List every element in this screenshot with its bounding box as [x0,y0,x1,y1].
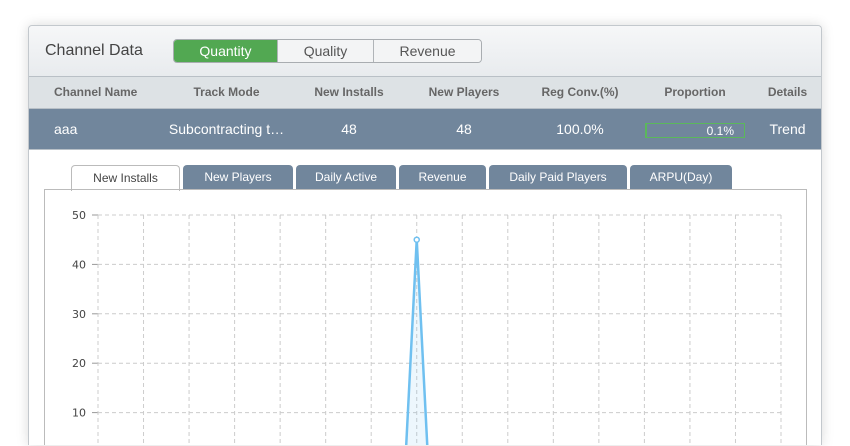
line-chart: 50 40 30 20 10 [72,209,782,445]
y-tick-label: 20 [72,357,86,370]
channel-data-panel: Channel Data Quantity Quality Revenue Ch… [28,25,822,445]
y-tick-label: 50 [72,209,86,222]
chart-area: 50 40 30 20 10 [44,189,807,445]
y-tick-label: 40 [72,258,86,271]
y-tick-label: 10 [72,407,86,420]
y-tick-label: 30 [72,308,86,321]
series-line [404,239,429,445]
series-area [406,239,428,445]
data-point [413,236,420,243]
